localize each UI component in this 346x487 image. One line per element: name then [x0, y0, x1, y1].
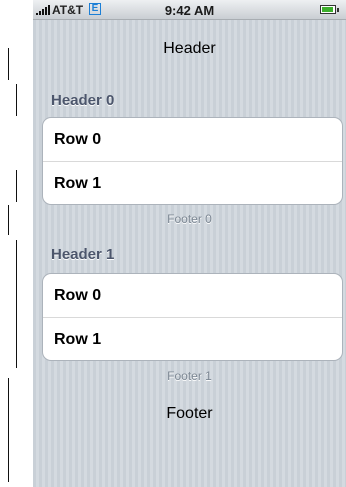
table-row[interactable]: Row 0: [43, 274, 342, 317]
table-header: Header: [163, 40, 216, 57]
table-section-0: Row 0 Row 1: [42, 117, 343, 205]
table-row[interactable]: Row 0: [43, 118, 342, 161]
margin-line: [16, 84, 17, 116]
margin-line: [16, 170, 17, 202]
battery-level: [322, 7, 333, 12]
status-time: 9:42 AM: [164, 3, 215, 18]
margin-line: [16, 240, 17, 368]
margin-line: [8, 48, 9, 80]
table-row[interactable]: Row 1: [43, 161, 342, 204]
margin-line: [8, 378, 9, 482]
phone-screen: AT&T E 9:42 AM Header Header 0 Row 0 Row…: [33, 0, 346, 487]
section-footer-0: Footer 0: [167, 212, 212, 226]
section-footer-1: Footer 1: [167, 369, 212, 383]
table-row[interactable]: Row 1: [43, 317, 342, 360]
margin-line: [8, 205, 9, 235]
table-footer: Footer: [166, 405, 213, 422]
battery-icon: [320, 5, 339, 14]
section-header-0: Header 0: [51, 92, 115, 109]
section-header-1: Header 1: [51, 246, 115, 263]
status-bar: AT&T E 9:42 AM: [33, 0, 346, 20]
table-section-1: Row 0 Row 1: [42, 273, 343, 361]
